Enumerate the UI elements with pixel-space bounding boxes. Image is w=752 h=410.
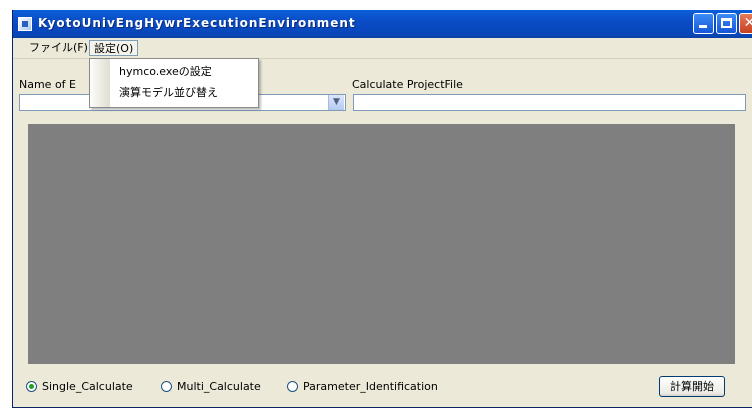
close-button[interactable]: ✕: [739, 13, 752, 34]
start-calculation-button[interactable]: 計算開始: [659, 376, 725, 397]
maximize-button[interactable]: [716, 13, 737, 34]
minimize-button[interactable]: [693, 13, 714, 34]
radio-label: Parameter_Identification: [303, 380, 438, 393]
project-file-label: Calculate ProjectFile: [352, 78, 463, 91]
chevron-down-icon: ▼: [333, 97, 340, 107]
minimize-icon: [694, 14, 713, 33]
combo-dropdown-button[interactable]: ▼: [328, 95, 344, 110]
menu-settings[interactable]: 設定(O): [89, 40, 139, 56]
radio-label: Multi_Calculate: [177, 380, 261, 393]
app-window: KyotoUnivEngHywrExecutionEnvironment ✕ フ…: [12, 10, 752, 408]
radio-indicator: [287, 381, 298, 392]
environment-name-label: Name of E: [19, 78, 76, 91]
radio-indicator: [161, 381, 172, 392]
menu-item-reorder-models[interactable]: 演算モデル並び替え: [119, 84, 218, 102]
menu-bar: ファイル(F) 設定(O): [13, 38, 752, 59]
title-bar[interactable]: KyotoUnivEngHywrExecutionEnvironment ✕: [13, 10, 752, 38]
app-icon: [18, 17, 32, 31]
close-icon: ✕: [740, 14, 752, 33]
menu-gutter: [90, 59, 110, 107]
settings-dropdown-menu: hymco.exeの設定 演算モデル並び替え: [89, 58, 259, 108]
maximize-icon: [717, 14, 736, 33]
output-panel: [28, 124, 735, 364]
project-file-input[interactable]: [353, 94, 746, 111]
menu-file[interactable]: ファイル(F): [25, 40, 92, 56]
menu-item-hymco-settings[interactable]: hymco.exeの設定: [119, 63, 212, 81]
radio-label: Single_Calculate: [42, 380, 133, 393]
radio-indicator-checked: [26, 381, 37, 392]
window-title: KyotoUnivEngHywrExecutionEnvironment: [38, 16, 356, 30]
